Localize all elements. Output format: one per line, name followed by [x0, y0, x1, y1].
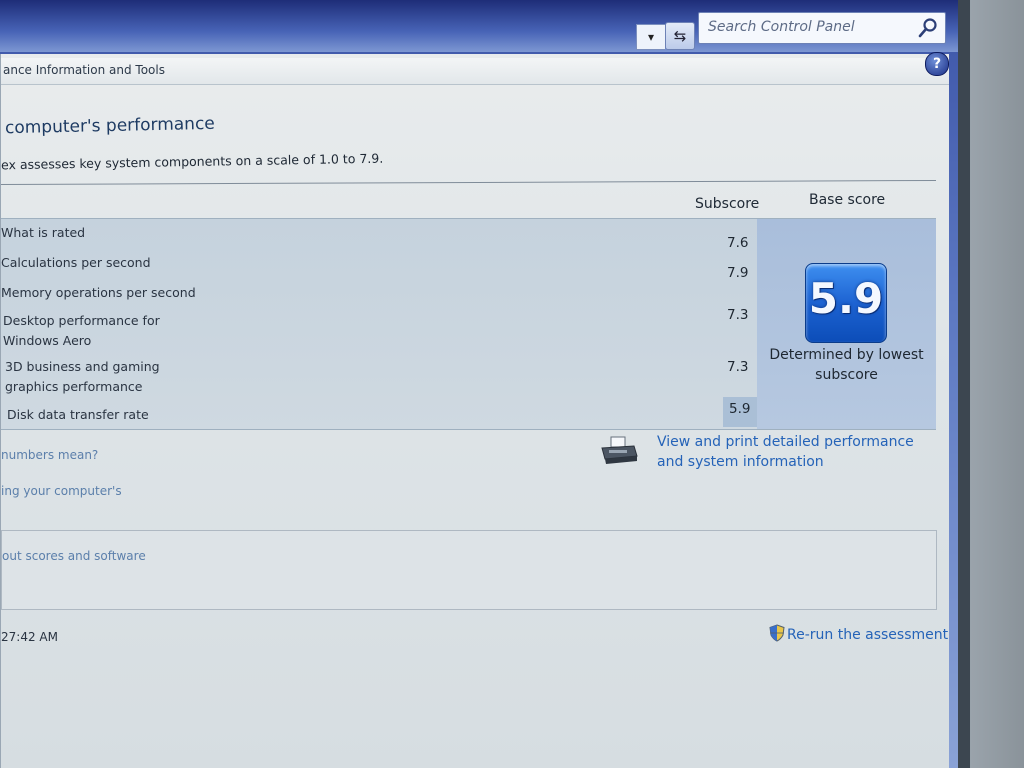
table-row-score: 7.9: [727, 265, 749, 281]
table-row-label: What is rated: [1, 225, 86, 240]
table-row-label: 3D business and gaming graphics performa…: [5, 359, 160, 394]
base-score-tile: 5.9: [805, 263, 887, 343]
improving-performance-link[interactable]: ing your computer's: [1, 484, 122, 498]
uac-shield-icon: [769, 624, 785, 642]
control-panel-window: ▾ ⇆ Search Control Panel ance Informatio…: [0, 0, 958, 768]
address-bar-area: ▾ ⇆ Search Control Panel: [0, 0, 958, 52]
table-row-score: 7.6: [727, 235, 749, 251]
last-update-timestamp: 27:42 AM: [1, 630, 58, 644]
search-input[interactable]: Search Control Panel: [708, 19, 855, 35]
breadcrumb: ance Information and Tools: [1, 58, 949, 85]
refresh-icon[interactable]: ⇆: [665, 22, 695, 50]
base-score-header: Base score: [809, 192, 886, 208]
score-table: What is rated 7.6 Calculations per secon…: [1, 218, 936, 430]
divider: [1, 179, 936, 186]
table-row-label: Desktop performance for Windows Aero: [3, 313, 160, 348]
info-box: out scores and software: [1, 530, 937, 610]
about-scores-link[interactable]: out scores and software: [2, 549, 146, 563]
content-pane: ance Information and Tools ? computer's …: [0, 52, 949, 768]
subscore-header: Subscore: [695, 196, 760, 212]
window-edge: [958, 0, 970, 768]
table-row-score: 7.3: [727, 307, 749, 323]
rerun-assessment-link[interactable]: Re-run the assessment: [769, 624, 948, 643]
page-title: computer's performance: [4, 113, 215, 139]
table-row-label: Calculations per second: [1, 255, 151, 270]
what-numbers-mean-link[interactable]: numbers mean?: [1, 448, 98, 462]
printer-icon: [601, 436, 638, 464]
base-score-caption: Determined by lowest subscore: [769, 347, 924, 383]
page-description: ex assesses key system components on a s…: [0, 150, 384, 173]
table-row-label: Disk data transfer rate: [7, 407, 149, 422]
table-row-score: 7.3: [727, 359, 749, 375]
view-print-details-link[interactable]: View and print detailed performance and …: [657, 432, 942, 472]
table-row-label: Memory operations per second: [1, 285, 196, 300]
search-box[interactable]: Search Control Panel: [698, 12, 946, 44]
help-icon[interactable]: ?: [925, 52, 949, 76]
breadcrumb-text[interactable]: ance Information and Tools: [3, 63, 165, 77]
address-dropdown-button[interactable]: ▾: [636, 24, 665, 50]
base-score-value: 5.9: [808, 274, 884, 323]
table-row-score: 5.9: [729, 401, 751, 417]
rerun-label[interactable]: Re-run the assessment: [787, 627, 948, 643]
base-score-panel: 5.9 Determined by lowest subscore: [757, 219, 936, 429]
search-icon[interactable]: [917, 17, 939, 39]
